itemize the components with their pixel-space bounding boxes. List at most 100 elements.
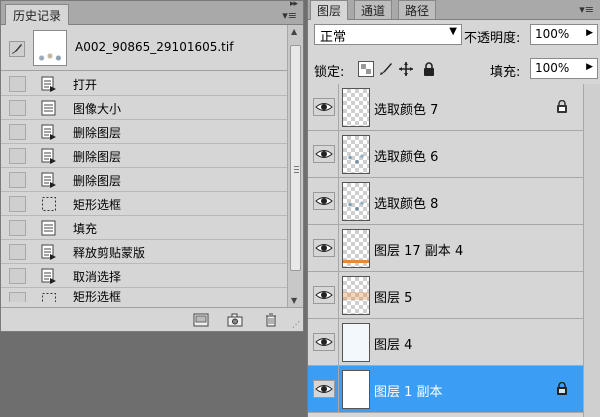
blend-mode-value: 正常: [320, 30, 347, 45]
history-source-checkbox[interactable]: [9, 220, 26, 236]
layer-row[interactable]: 图层 4: [308, 319, 584, 366]
layer-thumbnail: [342, 229, 370, 268]
eye-icon[interactable]: [313, 380, 335, 398]
collapse-icon[interactable]: ▸▸: [290, 0, 298, 9]
history-item-label: 取消选择: [73, 270, 122, 284]
camera-icon[interactable]: [227, 313, 243, 327]
flyout-arrow-icon[interactable]: ▶: [586, 28, 593, 38]
history-list-icon: [41, 100, 56, 116]
layers-panel: 图层 通道 路径 ▾≡ 正常 ▼ 不透明度: 100% ▶ 锁定: 填充: 10…: [307, 0, 600, 417]
lock-image-pixels-brush-icon[interactable]: [378, 61, 394, 77]
history-item-label: 图像大小: [73, 102, 122, 116]
fill-label: 填充:: [490, 65, 521, 80]
history-item[interactable]: 图像大小: [1, 96, 287, 120]
lock-all-icon[interactable]: [421, 61, 437, 77]
history-tabbar: 历史记录 ▸▸ ▾≡: [1, 0, 303, 26]
layer-name: 图层 5: [374, 291, 413, 306]
layer-row-selected[interactable]: 图层 1 副本: [308, 366, 584, 413]
marquee-icon: [42, 197, 56, 211]
history-source-checkbox[interactable]: [9, 244, 26, 260]
layer-thumbnail: [342, 276, 370, 315]
layer-name: 选取颜色 6: [374, 150, 439, 165]
panel-menu-icon[interactable]: ▾≡: [282, 9, 297, 22]
history-bottom-toolbar: ⋰: [1, 307, 303, 331]
history-source-checkbox[interactable]: [9, 268, 26, 284]
new-document-from-state-icon[interactable]: [193, 313, 209, 327]
layer-row[interactable]: 图层 5: [308, 272, 584, 319]
scroll-up-icon[interactable]: ▲: [291, 27, 297, 36]
history-item-label: 打开: [73, 78, 98, 92]
layer-row[interactable]: 选取颜色 6: [308, 131, 584, 178]
tab-channels[interactable]: 通道: [354, 0, 393, 19]
layers-list: 选取颜色 7 选取颜色 6 选取颜色 8 图层 17 副本 4 图层 5 图层 …: [308, 84, 584, 413]
history-item[interactable]: 取消选择: [1, 264, 287, 288]
history-item[interactable]: 矩形选框: [1, 192, 287, 216]
scroll-thumb[interactable]: [290, 45, 301, 271]
history-step-icon: [41, 76, 56, 92]
layer-thumbnail: [342, 88, 370, 127]
scroll-down-icon[interactable]: ▼: [291, 296, 297, 305]
lock-transparent-pixels-icon[interactable]: [358, 61, 374, 77]
lock-fill-row: 锁定: 填充: 100% ▶: [308, 54, 600, 84]
eye-icon[interactable]: [313, 333, 335, 351]
history-item-label: 矩形选框: [73, 290, 122, 302]
layer-thumbnail: [342, 323, 370, 362]
history-item[interactable]: 矩形选框: [1, 288, 287, 302]
history-scrollbar[interactable]: ▲ ▼: [287, 25, 303, 307]
history-item[interactable]: 释放剪贴蒙版: [1, 240, 287, 264]
tab-layers[interactable]: 图层: [310, 0, 349, 20]
history-source-checkbox[interactable]: [9, 76, 26, 92]
lock-position-move-icon[interactable]: [398, 61, 414, 77]
flyout-arrow-icon[interactable]: ▶: [586, 62, 593, 72]
history-item[interactable]: 打开: [1, 72, 287, 96]
history-source-checkbox[interactable]: [9, 148, 26, 164]
fill-value: 100%: [535, 61, 570, 75]
history-item[interactable]: 删除图层: [1, 168, 287, 192]
history-brush-icon[interactable]: [9, 41, 25, 57]
tab-paths[interactable]: 路径: [398, 0, 437, 19]
layer-thumbnail: [342, 182, 370, 221]
eye-icon[interactable]: [313, 286, 335, 304]
eye-icon[interactable]: [313, 145, 335, 163]
lock-icon: [557, 100, 567, 113]
layers-panel-menu-icon[interactable]: ▾≡: [579, 3, 594, 16]
eye-icon[interactable]: [313, 98, 335, 116]
history-source-checkbox[interactable]: [9, 124, 26, 140]
history-source-checkbox[interactable]: [9, 196, 26, 212]
tab-history[interactable]: 历史记录: [5, 4, 70, 26]
chevron-down-icon: ▼: [449, 26, 457, 37]
history-list: 打开 图像大小 删除图层 删除图层 删除图层 矩形选框 填充 释放剪贴蒙版 取消…: [1, 72, 287, 302]
history-item[interactable]: 删除图层: [1, 144, 287, 168]
history-list-icon: [41, 220, 56, 236]
layers-scrollbar[interactable]: [583, 84, 600, 417]
history-source-checkbox[interactable]: [9, 100, 26, 116]
lock-icon: [557, 382, 567, 395]
history-step-icon: [41, 268, 56, 284]
layer-name: 图层 17 副本 4: [374, 244, 464, 259]
resize-grip-icon[interactable]: ⋰: [292, 320, 300, 329]
history-step-icon: [41, 172, 56, 188]
history-item-label: 释放剪贴蒙版: [73, 246, 146, 260]
history-item-label: 删除图层: [73, 174, 122, 188]
history-item-label: 填充: [73, 222, 98, 236]
snapshot-name: A002_90865_29101605.tif: [75, 40, 234, 54]
layer-row[interactable]: 图层 17 副本 4: [308, 225, 584, 272]
eye-icon[interactable]: [313, 239, 335, 257]
blend-mode-select[interactable]: 正常 ▼: [314, 24, 462, 45]
layer-name: 图层 4: [374, 338, 413, 353]
history-source-checkbox[interactable]: [9, 172, 26, 188]
opacity-label: 不透明度:: [464, 31, 521, 46]
history-item-label: 矩形选框: [73, 198, 122, 212]
layers-tabbar: 图层 通道 路径 ▾≡: [308, 0, 600, 20]
layer-row[interactable]: 选取颜色 8: [308, 178, 584, 225]
trash-icon[interactable]: [263, 313, 279, 327]
layer-name: 选取颜色 7: [374, 103, 439, 118]
history-snapshot[interactable]: A002_90865_29101605.tif: [1, 25, 287, 71]
history-item[interactable]: 填充: [1, 216, 287, 240]
opacity-field[interactable]: 100% ▶: [530, 24, 598, 45]
history-item[interactable]: 删除图层: [1, 120, 287, 144]
layer-row[interactable]: 选取颜色 7: [308, 84, 584, 131]
fill-field[interactable]: 100% ▶: [530, 58, 598, 79]
eye-icon[interactable]: [313, 192, 335, 210]
history-source-checkbox[interactable]: [9, 292, 26, 302]
